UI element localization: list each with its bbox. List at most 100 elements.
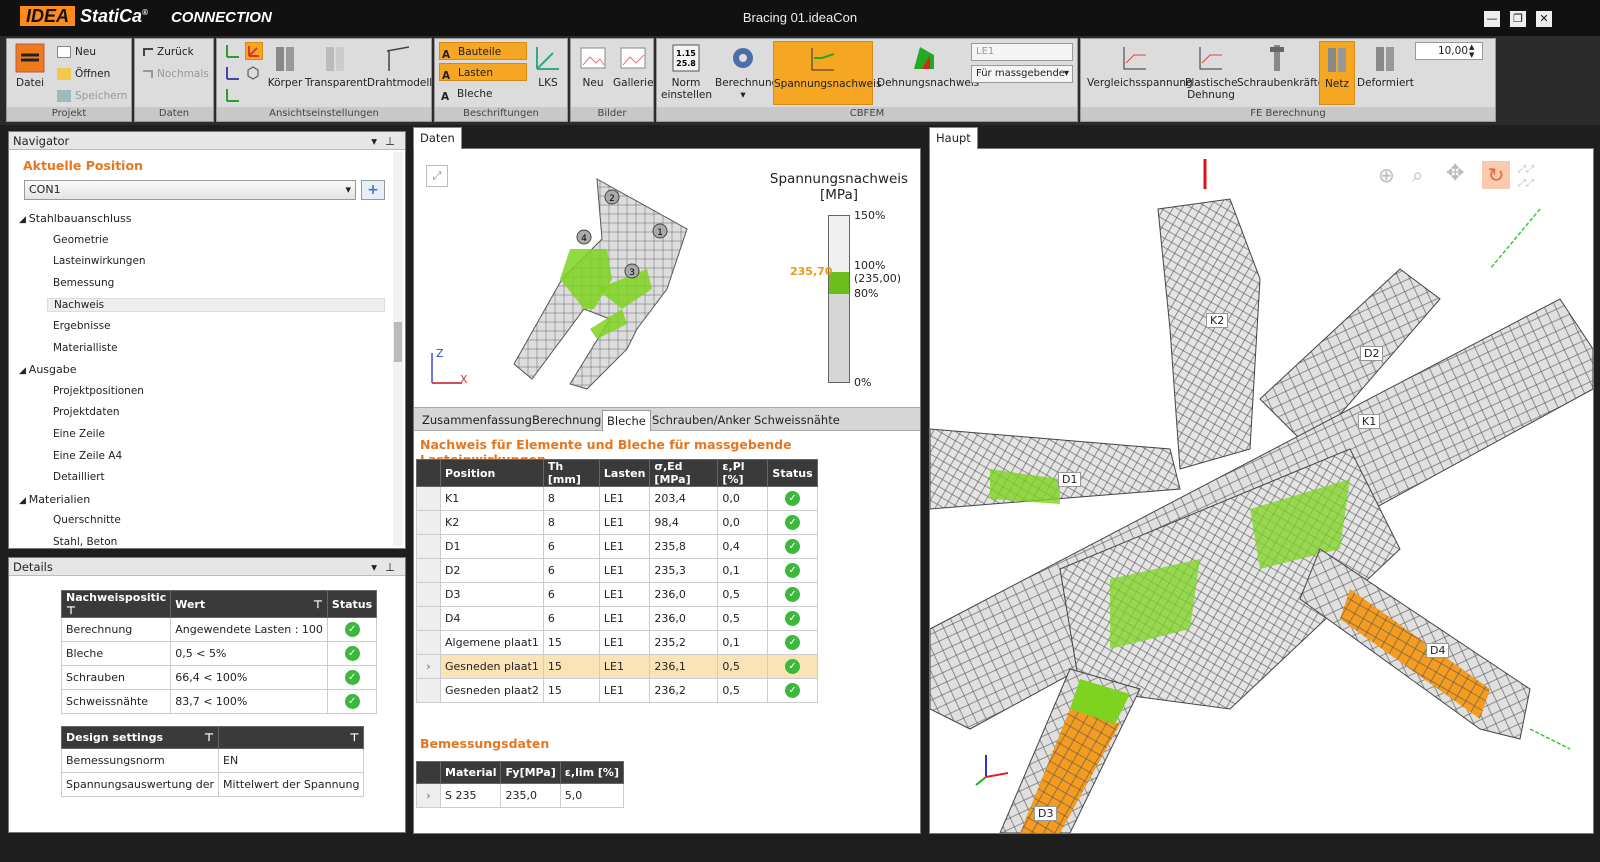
axes-icon-2[interactable] — [245, 42, 263, 60]
filter-icon-3[interactable]: ⊤ — [204, 731, 214, 744]
spannungsnachweis-button[interactable]: Spannungsnachweis — [773, 41, 881, 105]
tree-item[interactable]: Lasteinwirkungen — [53, 255, 146, 267]
axes-icon-3[interactable] — [225, 65, 241, 81]
zoom-window-icon[interactable]: ⊕ — [1378, 163, 1395, 187]
spin-arrows-icon[interactable]: ▲ ▼ — [1469, 43, 1474, 59]
le-select[interactable]: LE1 — [971, 43, 1073, 61]
axes-icon-1[interactable] — [225, 43, 241, 59]
tree-item[interactable]: ◢ Stahlbauanschluss — [19, 212, 132, 225]
nachweis-row[interactable]: Algemene plaat1 15 LE1 235,2 0,1 ✓ — [416, 630, 818, 655]
tab-haupt[interactable]: Haupt — [929, 127, 978, 149]
bem-row[interactable]: › S 235 235,0 5,0 — [416, 783, 624, 808]
expand-triangle-icon[interactable]: ◢ — [19, 496, 29, 506]
drahtmodell-button[interactable]: Drahtmodell — [367, 43, 432, 89]
nachweis-row[interactable]: D4 6 LE1 236,0 0,5 ✓ — [416, 606, 818, 631]
row-indicator[interactable] — [416, 606, 441, 631]
details-row[interactable]: Berechnung Angewendete Lasten : 100 ✓ — [60, 617, 378, 642]
row-indicator[interactable]: › — [416, 783, 441, 808]
subtab-schweissnhte[interactable]: Schweissnähte — [750, 410, 844, 431]
row-indicator[interactable] — [416, 534, 441, 559]
norm-einstellen-button[interactable]: 1.15 25.8 Norm einstellen — [661, 43, 712, 101]
nachweis-col-header[interactable]: ε,Pl [%] — [717, 459, 769, 487]
filter-icon[interactable]: ⊤ — [66, 604, 76, 617]
row-indicator[interactable] — [416, 510, 441, 535]
speichern-button[interactable]: Speichern — [57, 87, 127, 105]
navigator-scrollbar[interactable] — [393, 152, 403, 546]
berechnung-button[interactable]: Berechnung ▾ — [715, 43, 778, 101]
nachweis-col-header[interactable]: Th [mm] — [542, 459, 600, 487]
nachweis-col-header[interactable]: Position — [440, 459, 544, 487]
maximize-button[interactable]: ❐ — [1510, 11, 1526, 27]
datei-button[interactable]: Datei — [11, 43, 49, 89]
dropdown-icon-2[interactable]: ▾ — [371, 558, 377, 576]
deformiert-button[interactable]: Deformiert — [1357, 43, 1414, 89]
details-col-nachweis[interactable]: Nachweispositic ⊤ — [60, 590, 172, 618]
cube-icon[interactable] — [245, 65, 261, 81]
nachweis-row[interactable]: D2 6 LE1 235,3 0,1 ✓ — [416, 558, 818, 583]
bem-col-header[interactable]: ε,lim [%] — [559, 761, 624, 784]
details-row[interactable]: Bleche 0,5 < 5% ✓ — [60, 641, 378, 666]
transparent-button[interactable]: Transparent — [305, 43, 367, 89]
zoom-icon[interactable]: ⌕ — [1412, 163, 1423, 187]
vergleichsspannung-button[interactable]: Vergleichsspannung — [1087, 43, 1193, 89]
fe-mesh-3d-view[interactable] — [930, 149, 1593, 833]
tree-item[interactable]: Detailliert — [53, 471, 105, 483]
row-indicator[interactable] — [416, 678, 441, 703]
bem-col-header[interactable]: Material — [439, 761, 502, 784]
close-button[interactable]: ✕ — [1536, 11, 1552, 27]
schraubenkraefte-button[interactable]: Schraubenkräfte — [1237, 43, 1324, 89]
subtab-schraubenanker[interactable]: Schrauben/Anker — [648, 410, 755, 431]
tree-item[interactable]: ◢ Ausgabe — [19, 363, 77, 376]
filter-icon-4[interactable]: ⊤ — [349, 731, 359, 744]
design-row[interactable]: Bemessungsnorm EN — [60, 748, 365, 773]
tree-item[interactable]: Geometrie — [53, 234, 109, 246]
design-col-2[interactable]: ⊤ — [218, 726, 365, 749]
subtab-berechnung[interactable]: Berechnung — [528, 410, 605, 431]
oeffnen-button[interactable]: Öffnen — [57, 65, 110, 83]
view-fit-icon[interactable]: ⤢⤢ ⤢⤢ — [1518, 163, 1534, 191]
pin-icon[interactable]: ⊥ — [385, 132, 395, 150]
koerper-button[interactable]: Körper — [267, 43, 303, 89]
expand-triangle-icon[interactable]: ◢ — [19, 215, 29, 225]
row-indicator[interactable] — [416, 630, 441, 655]
pin-icon-2[interactable]: ⊥ — [385, 558, 395, 576]
bem-col-header[interactable]: Fy[MPa] — [500, 761, 561, 784]
neu-button[interactable]: Neu — [57, 43, 96, 61]
design-settings-header[interactable]: Design settings ⊤ — [60, 726, 220, 749]
bleche-button[interactable]: A Bleche — [441, 85, 492, 103]
nachweis-col-header[interactable]: σ,Ed [MPa] — [649, 459, 719, 487]
tree-item[interactable]: Bemessung — [53, 277, 114, 289]
details-col-status[interactable]: Status — [326, 590, 378, 618]
massgebende-select[interactable]: Für massgebende ▾ — [971, 65, 1073, 83]
netz-button[interactable]: Netz — [1319, 41, 1355, 105]
nachweis-row[interactable]: D3 6 LE1 236,0 0,5 ✓ — [416, 582, 818, 607]
dropdown-icon[interactable]: ▾ — [371, 132, 377, 150]
nachweis-row[interactable]: › Gesneden plaat1 15 LE1 236,1 0,5 ✓ — [416, 654, 818, 679]
tree-item[interactable]: Ergebnisse — [53, 320, 111, 332]
bauteile-button[interactable]: A Bauteile — [439, 42, 527, 61]
nachweis-row[interactable]: K1 8 LE1 203,4 0,0 ✓ — [416, 486, 818, 511]
row-indicator[interactable] — [416, 486, 441, 511]
row-indicator[interactable] — [416, 558, 441, 583]
tree-item[interactable]: ◢ Materialien — [19, 493, 90, 506]
design-row[interactable]: Spannungsauswertung der Mittelwert der Sp… — [60, 772, 365, 797]
subtab-zusammenfassung[interactable]: Zusammenfassung — [418, 410, 536, 431]
tree-item[interactable]: Projektdaten — [53, 406, 120, 418]
expand-icon[interactable]: ⤢ — [426, 165, 448, 187]
tree-item[interactable]: Materialliste — [53, 342, 118, 354]
nochmals-button[interactable]: Nochmals — [143, 65, 209, 83]
details-col-wert[interactable]: Wert ⊤ — [170, 590, 328, 618]
lks-button[interactable]: LKS — [531, 43, 565, 89]
tab-daten[interactable]: Daten — [413, 127, 462, 149]
plastische-dehnung-button[interactable]: Plastische Dehnung — [1185, 43, 1238, 101]
rotate-icon[interactable]: ↻ — [1482, 161, 1510, 189]
nachweis-row[interactable]: D1 6 LE1 235,8 0,4 ✓ — [416, 534, 818, 559]
gallerie-button[interactable]: Gallerie — [613, 43, 654, 89]
tree-item[interactable]: Nachweis — [47, 298, 385, 313]
lasten-button[interactable]: A Lasten — [439, 63, 527, 82]
bild-neu-button[interactable]: Neu — [575, 43, 611, 89]
add-connection-button[interactable]: + — [361, 180, 385, 200]
connection-select[interactable]: CON1 ▾ — [24, 180, 356, 200]
tree-item[interactable]: Projektpositionen — [53, 385, 144, 397]
row-indicator[interactable] — [416, 582, 441, 607]
